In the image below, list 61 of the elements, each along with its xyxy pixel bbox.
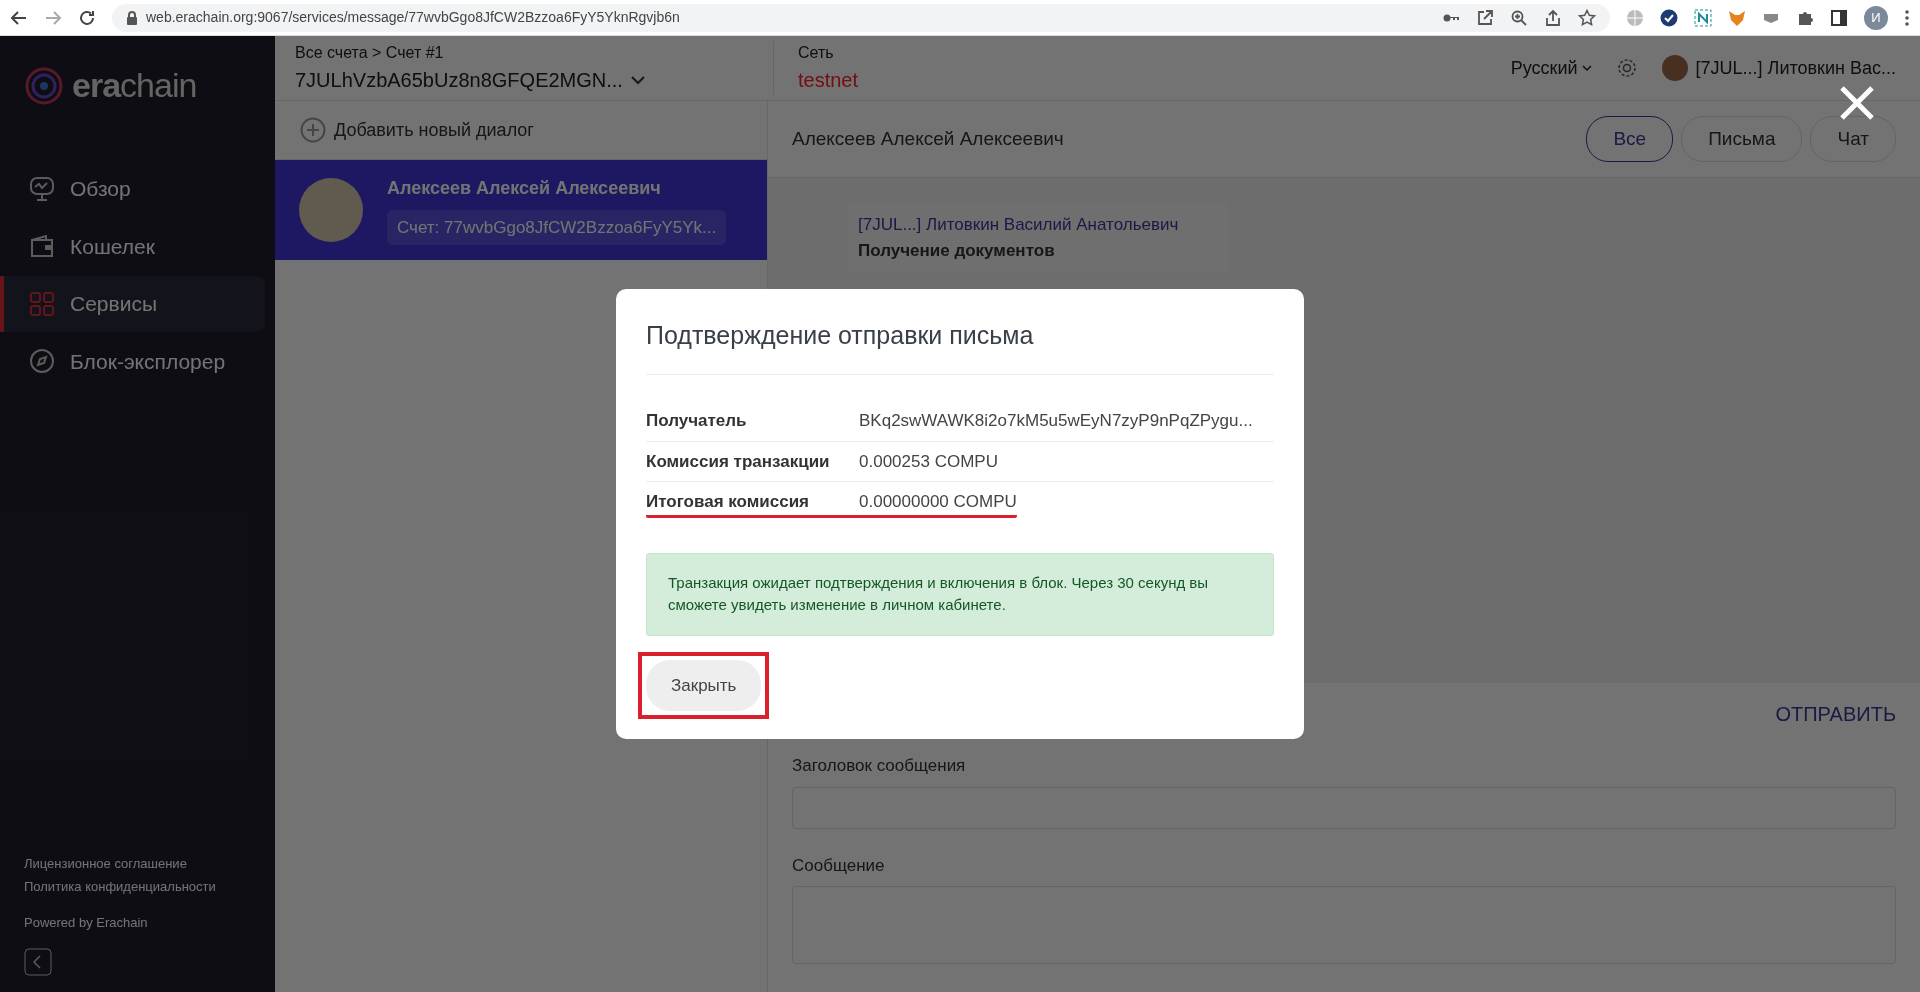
- user-avatar: [1661, 55, 1688, 81]
- sidebar-item[interactable]: Обзор: [0, 161, 265, 217]
- filter-tab[interactable]: Чат: [1810, 115, 1896, 163]
- footer-link[interactable]: Лицензионное соглашение: [24, 853, 251, 873]
- contact-item[interactable]: Алексеев Алексей Алексеевич Счет: 77wvbGgo8JfCW2Bzzoa6FyY5Yk...: [275, 160, 767, 260]
- add-icon[interactable]: [300, 117, 326, 143]
- powered-by-text: Powered by Erachain: [23, 913, 149, 932]
- compass-icon[interactable]: [28, 347, 56, 376]
- open-external-icon[interactable]: [1476, 8, 1494, 27]
- lock-icon: [126, 10, 138, 25]
- logo[interactable]: erachain: [0, 60, 275, 111]
- add-dialog-link[interactable]: Добавить новый диалог: [334, 116, 534, 144]
- breadcrumb[interactable]: Все счета > Счет #1: [295, 41, 773, 65]
- field-label: Сообщение: [792, 854, 886, 877]
- contact-name: Алексеев Алексей Алексеевич: [387, 176, 661, 200]
- language-select[interactable]: Русский: [1510, 54, 1578, 82]
- extension-icon[interactable]: [1694, 8, 1712, 27]
- network-value: testnet: [797, 68, 858, 93]
- check-icon[interactable]: [1660, 8, 1678, 27]
- filter-tab[interactable]: Письма: [1681, 115, 1803, 163]
- share-icon[interactable]: [1544, 8, 1562, 27]
- user-menu[interactable]: [7JUL...] Литовкин Вас...: [1695, 54, 1896, 82]
- detail-label: Получатель: [646, 410, 748, 433]
- settings-icon[interactable]: [1615, 57, 1638, 79]
- sidebar-item[interactable]: Сервисы: [0, 276, 265, 332]
- side-panel-icon[interactable]: [1830, 8, 1848, 27]
- detail-label: Комиссия транзакции: [646, 450, 831, 473]
- profile-avatar[interactable]: И: [1864, 5, 1888, 30]
- detail-value: 0.00000000 COMPU: [859, 491, 1017, 514]
- forward-icon[interactable]: [44, 8, 62, 27]
- sidebar-item[interactable]: Блок-эксплорер: [0, 333, 265, 389]
- detail-value: BKq2swWAWK8i2o7kM5u5wEyN7zyP9nPqZPygu...: [859, 410, 1253, 433]
- logo-icon: [24, 65, 64, 106]
- account-select[interactable]: 7JULhVzbA65bUz8n8GFQE2MGN...: [295, 65, 773, 95]
- network-label: Сеть: [797, 43, 835, 63]
- detail-value: 0.000253 COMPU: [859, 450, 998, 473]
- sidebar-item[interactable]: Кошелек: [0, 218, 265, 274]
- chevron-down-icon[interactable]: [1581, 64, 1592, 72]
- url-text: web.erachain.org:9067/services/message/77wvbGgo8JfCW2Bzzoa6FyY5YknRgvjb6n: [146, 8, 680, 27]
- chevron-down-icon[interactable]: [630, 75, 645, 85]
- fox-icon[interactable]: [1728, 8, 1746, 27]
- conversation-title: Алексеев Алексей Алексеевич: [792, 126, 1064, 151]
- monitor-icon[interactable]: [28, 174, 56, 203]
- field-label: Заголовок сообщения: [792, 755, 967, 777]
- dialog-title: Подтверждение отправки письма: [646, 316, 1274, 376]
- sender-link[interactable]: [7JUL...] Литовкин Василий Анатольевич: [858, 212, 1218, 238]
- collapse-icon[interactable]: [24, 948, 52, 976]
- info-alert: Транзакция ожидает подтверждения и включения в блок. Через 30 секунд вы сможете увидеть изменение в личном кабинете.: [646, 552, 1274, 636]
- message-subject: Получение документов: [858, 239, 1056, 262]
- send-button[interactable]: ОТПРАВИТЬ: [1775, 699, 1896, 729]
- address-bar[interactable]: web.erachain.org:9067/services/message/77wvbGgo8JfCW2Bzzoa6FyY5YknRgvjb6n: [112, 3, 1610, 32]
- footer-link[interactable]: Политика конфиденциальности: [24, 877, 251, 897]
- reload-icon[interactable]: [78, 8, 96, 27]
- zoom-icon[interactable]: [1510, 8, 1528, 27]
- more-icon[interactable]: [1904, 8, 1910, 27]
- filter-tab[interactable]: Все: [1586, 115, 1674, 163]
- detail-label: Итоговая комиссия: [646, 491, 811, 514]
- close-icon[interactable]: [1838, 84, 1876, 122]
- close-button[interactable]: Закрыть: [646, 659, 762, 712]
- star-icon[interactable]: [1578, 8, 1596, 27]
- back-icon[interactable]: [10, 8, 28, 27]
